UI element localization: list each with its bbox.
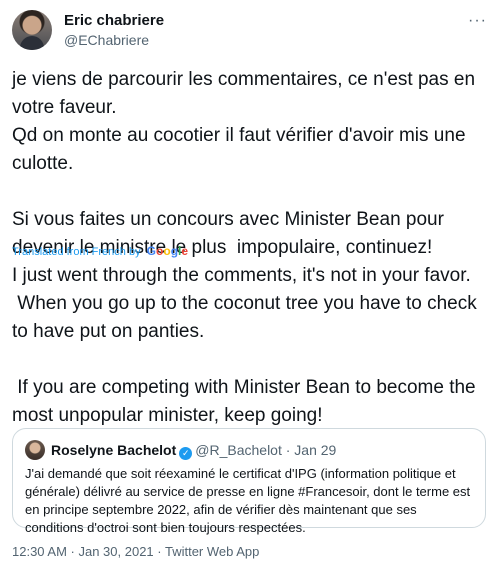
translation-attribution[interactable]: Translated from French by Google	[12, 244, 188, 258]
author-handle[interactable]: @EChabriere	[64, 32, 149, 48]
quoted-author-name: Roselyne Bachelot	[51, 442, 177, 458]
tweet-header: Eric chabriere @EChabriere ···	[12, 10, 489, 52]
more-options-icon[interactable]: ···	[468, 12, 487, 30]
quoted-tweet-card[interactable]: Roselyne Bachelot ✓ @R_Bachelot · Jan 29 J…	[12, 428, 486, 535]
quoted-tweet-header: Roselyne Bachelot ✓ @R_Bachelot · Jan 29	[51, 442, 336, 460]
verified-badge-icon: ✓	[179, 447, 193, 460]
tweet-translated-text: I just went through the comments, it's n…	[12, 265, 477, 426]
translated-label: Translated from French by	[12, 246, 141, 258]
quoted-tweet-text: J'ai demandé que soit réexaminé le certi…	[25, 466, 474, 535]
tweet-timestamp[interactable]: 12:30 AM · Jan 30, 2021 · Twitter Web Ap…	[12, 544, 259, 559]
author-avatar[interactable]	[12, 10, 52, 50]
tweet-original-text: je viens de parcourir les commentaires, …	[12, 69, 476, 258]
author-name[interactable]: Eric chabriere	[64, 12, 164, 29]
quoted-author-meta: @R_Bachelot · Jan 29	[195, 442, 337, 458]
quoted-author-avatar	[25, 440, 45, 460]
google-logo: Google	[146, 244, 189, 258]
